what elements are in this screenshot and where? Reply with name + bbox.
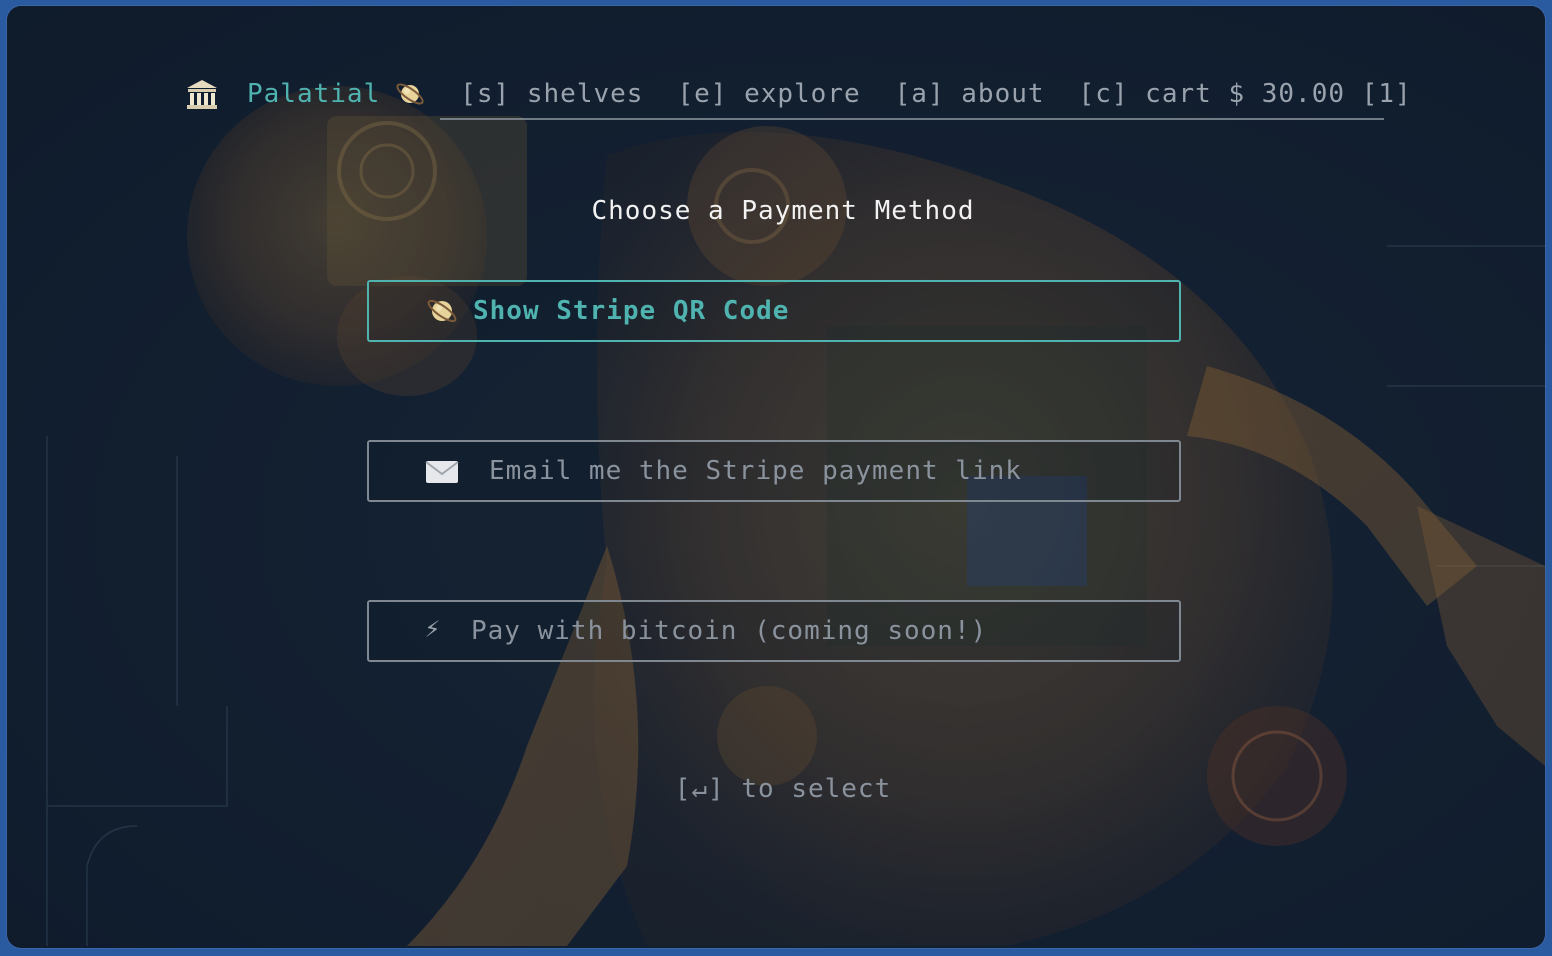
nav-item-explore[interactable]: [e] explore [677, 79, 860, 109]
option-label: Pay with bitcoin (coming soon!) [471, 616, 988, 646]
option-stripe-qr[interactable]: Show Stripe QR Code [367, 280, 1181, 342]
top-nav: Palatial [s] shelves [e] explore [a] abo… [185, 74, 1412, 114]
option-label: Show Stripe QR Code [473, 296, 790, 326]
ringed-planet-icon [427, 299, 457, 323]
select-hint: [↵] to select [674, 774, 892, 804]
brand-name[interactable]: Palatial [247, 79, 380, 109]
classical-building-icon[interactable] [185, 77, 219, 111]
lightning-icon: ⚡ [424, 614, 442, 644]
envelope-icon [425, 461, 459, 483]
nav-item-about[interactable]: [a] about [895, 79, 1045, 109]
ringed-planet-icon [396, 83, 424, 105]
page-title: Choose a Payment Method [591, 196, 975, 226]
option-label: Email me the Stripe payment link [489, 456, 1022, 486]
option-bitcoin[interactable]: ⚡ Pay with bitcoin (coming soon!) [367, 600, 1181, 662]
option-email-link[interactable]: Email me the Stripe payment link [367, 440, 1181, 502]
nav-divider [440, 118, 1384, 120]
nav-item-cart[interactable]: [c] cart $ 30.00 [1] [1079, 79, 1412, 109]
nav-item-shelves[interactable]: [s] shelves [460, 79, 643, 109]
app-window: Palatial [s] shelves [e] explore [a] abo… [7, 6, 1545, 948]
